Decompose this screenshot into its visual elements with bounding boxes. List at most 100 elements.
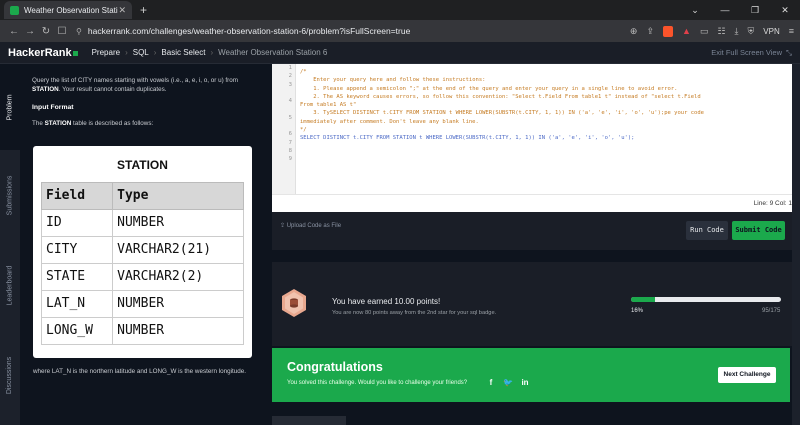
- rewards-icon[interactable]: ▲: [682, 26, 691, 36]
- browser-tab-title: Weather Observation Station 6: [24, 5, 118, 15]
- table-description: The STATION table is described as follow…: [32, 120, 154, 128]
- vpn-icon[interactable]: ⛨: [748, 26, 755, 37]
- input-format-heading: Input Format: [32, 103, 74, 111]
- run-code-button[interactable]: Run Code: [686, 221, 728, 240]
- line-number: 7: [288, 139, 292, 146]
- editor-cursor-status: Line: 9 Col: 1: [272, 194, 800, 212]
- menu-icon[interactable]: ≡: [789, 26, 794, 36]
- page-scrollbar[interactable]: [792, 64, 800, 425]
- vpn-label[interactable]: VPN: [763, 27, 779, 36]
- line-number: [272, 105, 295, 113]
- minimize-icon[interactable]: —: [710, 0, 740, 20]
- hackerrank-favicon-icon: [10, 5, 19, 15]
- table-cell: NUMBER: [112, 317, 244, 345]
- bottom-panel-edge: [272, 416, 346, 425]
- code-line: /*: [300, 69, 307, 75]
- close-tab-icon[interactable]: ✕: [118, 5, 126, 16]
- breadcrumb-sql[interactable]: SQL: [133, 48, 149, 57]
- back-icon[interactable]: ←: [6, 26, 22, 37]
- breadcrumb-basic-select[interactable]: Basic Select: [161, 48, 205, 57]
- twitter-icon[interactable]: 🐦: [503, 378, 513, 388]
- submit-code-button[interactable]: Submit Code: [732, 221, 785, 240]
- table-cell: LAT_N: [40, 290, 114, 318]
- reload-icon[interactable]: ↻: [38, 26, 54, 37]
- url-text: hackerrank.com/challenges/weather-observ…: [87, 26, 411, 36]
- line-number: 9: [288, 156, 292, 163]
- breadcrumb-separator-icon: ›: [210, 48, 214, 57]
- table-cell: VARCHAR2(2): [112, 263, 244, 291]
- line-number: 1: [288, 65, 292, 71]
- column-header: Field: [40, 182, 114, 210]
- tab-submissions[interactable]: Submissions: [0, 150, 20, 240]
- line-number: 4: [288, 98, 292, 105]
- extensions-icon[interactable]: ☷: [717, 26, 725, 37]
- window-controls: ⌄ — ❐ ✕: [680, 0, 800, 20]
- code-line: Enter your query here and follow these i…: [300, 77, 486, 84]
- station-table-title: STATION: [117, 158, 168, 172]
- table-cell: NUMBER: [112, 209, 244, 237]
- table-row: STATE VARCHAR2(2): [40, 263, 244, 291]
- line-number-gutter: 1 2 3 4 5 6 7 8 9: [272, 64, 296, 194]
- problem-statement: Query the list of CITY names starting wi…: [20, 64, 270, 425]
- line-number: [272, 122, 295, 130]
- code-text[interactable]: /* Enter your query here and follow thes…: [300, 68, 795, 143]
- congratulations-title: Congratulations: [287, 360, 383, 374]
- line-number: 6: [288, 131, 292, 138]
- new-tab-button[interactable]: +: [140, 3, 147, 17]
- side-tabs: Problem Submissions Leaderboard Discussi…: [0, 64, 20, 425]
- browser-tab[interactable]: Weather Observation Station 6 ✕: [4, 1, 132, 19]
- share-icon[interactable]: ⇪: [646, 26, 654, 37]
- code-editor[interactable]: 1 2 3 4 5 6 7 8 9 /* Enter your query he…: [272, 64, 800, 194]
- zoom-icon[interactable]: ⊕: [630, 26, 638, 37]
- exit-fullscreen-button[interactable]: Exit Full Screen View ⤡: [711, 48, 792, 58]
- column-header: Type: [112, 182, 244, 210]
- sql-badge-icon: [282, 289, 306, 317]
- congratulations-subtitle: You solved this challenge. Would you lik…: [287, 380, 468, 386]
- badge-progress-bar: [631, 297, 781, 302]
- line-number: 5: [288, 114, 292, 121]
- table-row: ID NUMBER: [40, 209, 244, 237]
- site-info-icon[interactable]: ⚲: [76, 27, 82, 36]
- hackerrank-header: HackerRank Prepare › SQL › Basic Select …: [0, 42, 800, 64]
- action-bar: ⇪ Upload Code as File Run Code Submit Co…: [272, 212, 800, 250]
- brave-shields-icon[interactable]: [663, 25, 674, 37]
- table-cell: NUMBER: [112, 290, 244, 318]
- breadcrumb-current: Weather Observation Station 6: [218, 48, 328, 57]
- line-number: [272, 89, 295, 97]
- forward-icon[interactable]: →: [22, 26, 38, 37]
- points-panel: You have earned 10.00 points! You are no…: [272, 262, 800, 346]
- bookmark-icon[interactable]: ☐: [54, 26, 70, 37]
- code-line: 1. Please append a semicolon ";" at the …: [300, 85, 678, 92]
- points-earned-subtitle: You are now 80 points away from the 2nd …: [332, 310, 497, 316]
- badge-progress-percent: 16%: [631, 308, 644, 314]
- upload-icon: ⇪: [280, 223, 287, 229]
- tab-leaderboard[interactable]: Leaderboard: [0, 240, 20, 330]
- station-schema-table: Field Type ID NUMBER CITY VARCHAR2(21) STA…: [40, 182, 244, 345]
- table-cell: VARCHAR2(21): [112, 236, 244, 264]
- linkedin-icon[interactable]: in: [520, 378, 530, 388]
- station-table-image: STATION Field Type ID NUMBER CITY VARCHAR2…: [33, 146, 252, 358]
- toolbar-icons: ⊕ ⇪ ▲ ▭ ☷ ⤓ ⛨ VPN ≡: [630, 25, 794, 37]
- hackerrank-logo[interactable]: HackerRank: [8, 47, 78, 59]
- window-list-icon[interactable]: ⌄: [680, 0, 710, 20]
- downloads-icon[interactable]: ⤓: [735, 26, 739, 37]
- code-line: From table1 AS t": [300, 102, 357, 109]
- close-window-icon[interactable]: ✕: [770, 0, 800, 20]
- next-challenge-button[interactable]: Next Challenge: [718, 367, 776, 383]
- table-row: LAT_N NUMBER: [40, 290, 244, 318]
- upload-code-button[interactable]: ⇪ Upload Code as File: [280, 222, 341, 229]
- table-row: CITY VARCHAR2(21): [40, 236, 244, 264]
- restore-icon[interactable]: ❐: [740, 0, 770, 20]
- code-line: SELECT DISTINCT t.CITY FROM STATION t WH…: [300, 135, 635, 142]
- problem-description: Query the list of CITY names starting wi…: [32, 77, 239, 94]
- tab-discussions[interactable]: Discussions: [0, 330, 20, 420]
- code-line: 2. The AS keyword causes errors, so foll…: [300, 93, 701, 100]
- badge-progress-fill: [631, 297, 655, 302]
- sidebar-icon[interactable]: ▭: [700, 26, 709, 37]
- table-cell: ID: [40, 209, 114, 237]
- tab-problem[interactable]: Problem: [0, 64, 20, 150]
- facebook-icon[interactable]: f: [486, 378, 496, 388]
- table-header-row: Field Type: [40, 182, 244, 210]
- breadcrumb-prepare[interactable]: Prepare: [92, 48, 120, 57]
- url-field[interactable]: ⚲ hackerrank.com/challenges/weather-obse…: [76, 23, 536, 39]
